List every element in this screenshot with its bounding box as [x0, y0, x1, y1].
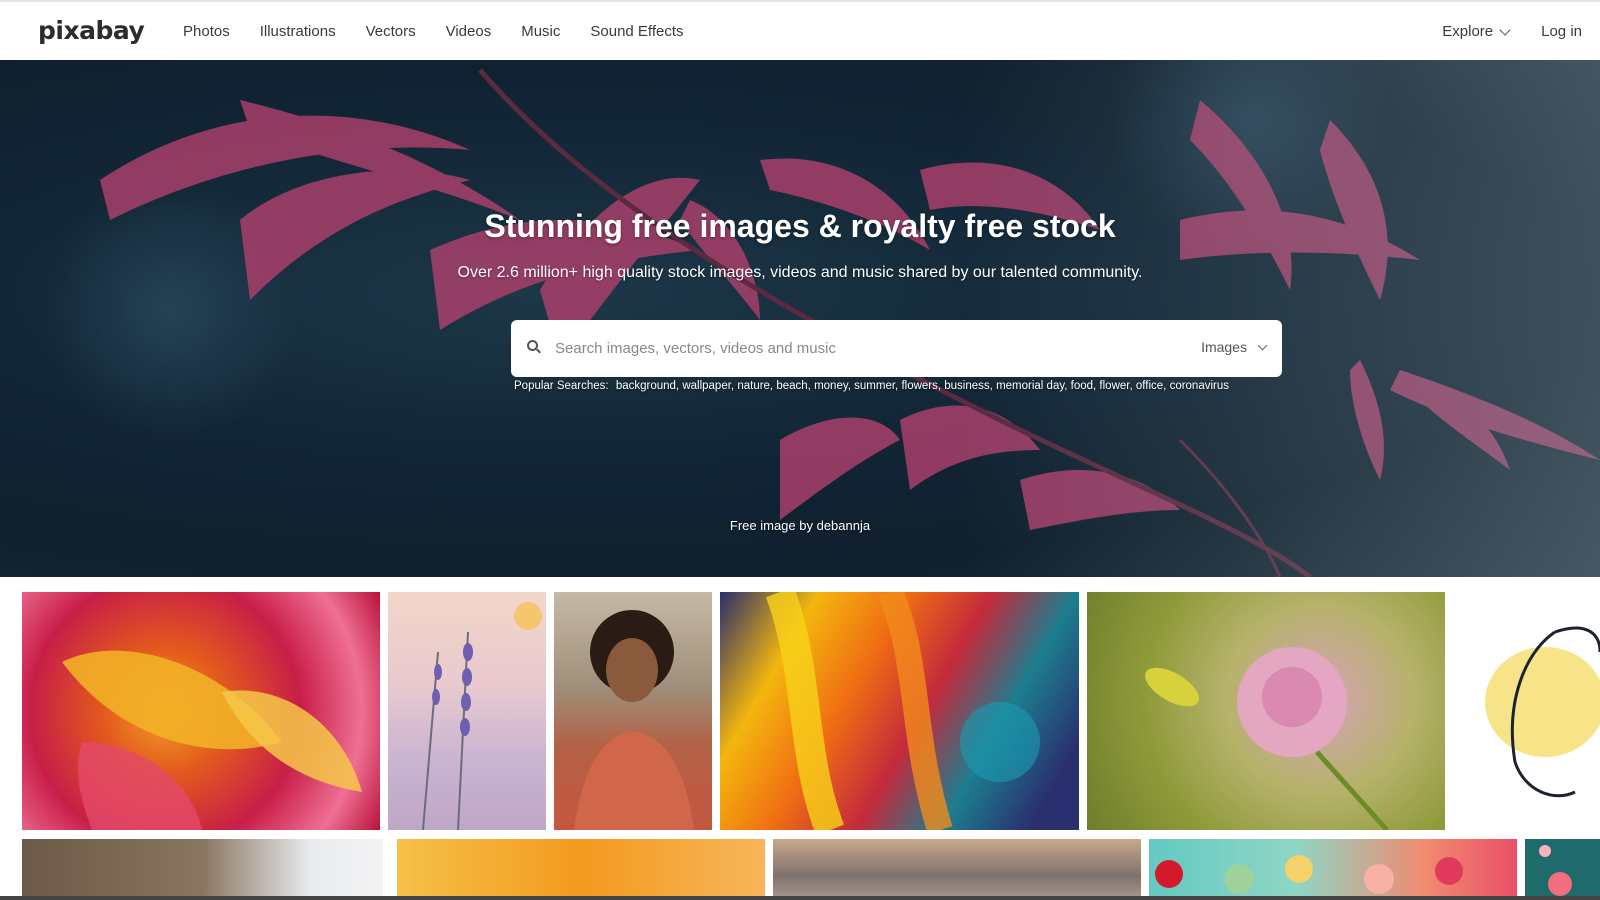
nav-music[interactable]: Music	[521, 23, 560, 40]
search-icon[interactable]	[527, 340, 541, 354]
gallery-image-floral-pattern[interactable]	[1525, 839, 1600, 900]
media-type-dropdown[interactable]: Images	[1201, 339, 1268, 355]
popular-term[interactable]: memorial day,	[996, 380, 1067, 392]
popular-term[interactable]: coronavirus	[1170, 380, 1229, 392]
popular-term[interactable]: business,	[944, 380, 993, 392]
popular-term[interactable]: office,	[1136, 380, 1166, 392]
chevron-down-icon	[1499, 23, 1511, 36]
popular-term[interactable]: nature,	[737, 380, 773, 392]
gallery-image-candies[interactable]	[1149, 839, 1517, 900]
search-input[interactable]	[555, 334, 1155, 362]
nav-sound-effects[interactable]: Sound Effects	[590, 23, 683, 40]
popular-searches: Popular Searches: background, wallpaper,…	[514, 380, 1229, 392]
popular-term[interactable]: summer,	[854, 380, 898, 392]
hero-background-image	[40, 60, 1600, 577]
nav-illustrations[interactable]: Illustrations	[260, 23, 336, 40]
explore-label: Explore	[1442, 23, 1494, 40]
pixabay-logo[interactable]: pixabay	[38, 16, 145, 45]
hero-subtitle: Over 2.6 million+ high quality stock ima…	[457, 264, 1143, 281]
popular-term[interactable]: money,	[814, 380, 851, 392]
popular-term[interactable]: background,	[616, 380, 679, 392]
gallery-image-illustration[interactable]	[1465, 592, 1600, 830]
media-type-label: Images	[1201, 339, 1247, 355]
popular-searches-label: Popular Searches:	[514, 380, 609, 392]
popular-term[interactable]: flowers,	[901, 380, 941, 392]
login-link[interactable]: Log in	[1541, 23, 1582, 40]
account-nav: Explore Log in	[1442, 23, 1582, 40]
hero-title: Stunning free images & royalty free stoc…	[484, 208, 1116, 244]
search-bar: Images	[511, 320, 1282, 377]
gallery-image-autumn-leaves[interactable]	[22, 592, 380, 830]
popular-term[interactable]: wallpaper,	[682, 380, 734, 392]
nav-videos[interactable]: Videos	[446, 23, 492, 40]
image-credit-link[interactable]: Free image by debannja	[0, 518, 1600, 533]
gallery-image-cloudy-sky[interactable]	[773, 839, 1141, 900]
window-bottom-edge	[0, 896, 1600, 900]
hero-banner: Stunning free images & royalty free stoc…	[0, 60, 1600, 577]
top-navigation-bar: pixabay Photos Illustrations Vectors Vid…	[0, 0, 1600, 60]
chevron-down-icon	[1257, 340, 1268, 350]
gallery-image-buildings[interactable]	[22, 839, 383, 900]
gallery-image-portrait[interactable]	[554, 592, 712, 830]
popular-term[interactable]: flower,	[1099, 380, 1132, 392]
nav-vectors[interactable]: Vectors	[366, 23, 416, 40]
explore-menu-button[interactable]: Explore	[1442, 23, 1511, 40]
popular-term[interactable]: beach,	[776, 380, 811, 392]
gallery-image-pink-rose[interactable]	[1087, 592, 1445, 830]
gallery-image-orange-flower[interactable]	[397, 839, 765, 900]
gallery-image-lavender[interactable]	[388, 592, 546, 830]
nav-photos[interactable]: Photos	[183, 23, 230, 40]
gallery-image-abstract-paint[interactable]	[720, 592, 1079, 830]
main-nav: Photos Illustrations Vectors Videos Musi…	[183, 23, 684, 40]
popular-term[interactable]: food,	[1071, 380, 1097, 392]
